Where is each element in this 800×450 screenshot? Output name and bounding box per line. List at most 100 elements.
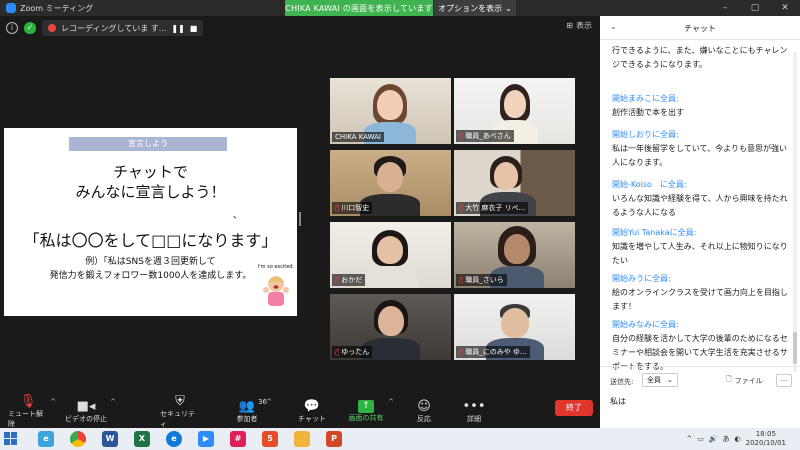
chevron-up-icon[interactable]: ^	[266, 398, 272, 406]
folder-icon[interactable]	[294, 431, 310, 447]
slide-declaration: 「私は〇〇をして□□になります」	[23, 231, 278, 250]
participant-name-tag: 🎙̸ 職員_にのみや ゆ...	[456, 346, 530, 358]
chevron-up-icon[interactable]: ^	[686, 435, 692, 443]
ie-browser-icon[interactable]: e	[38, 431, 54, 447]
chat-input[interactable]	[610, 397, 790, 406]
view-options-button[interactable]: オプションを表示 ⌄	[434, 0, 516, 16]
chat-message-list[interactable]: 行できるように、また、嫌いなことにもチャレンジできるようになります。 開始まみこ…	[600, 40, 796, 376]
chat-compose-area: 送信先: 全員 ⌄ 🗋 ファイル …	[600, 366, 800, 428]
system-clock[interactable]: 18:05 2020/10/01	[746, 430, 786, 448]
message-text: 私は一年後留学をしていて、今よりも意思が強い人になります。	[612, 144, 787, 167]
minimize-button[interactable]: –	[710, 0, 740, 16]
slide-dot: 、	[233, 211, 243, 221]
participant-tile[interactable]: 🎙̸ 大竹 麻衣子 リベ...	[454, 150, 575, 216]
slide-example-line1: 例）「私はSNSを週３回更新して	[85, 257, 216, 267]
stop-icon[interactable]: ■	[190, 24, 198, 33]
message-sender[interactable]: 開始Yui Tanakaに全員:	[612, 226, 792, 240]
mute-button[interactable]: 🎙 ミュート解除 ^	[8, 393, 56, 428]
recording-indicator: レコーディングしていま す... ❚❚ ■	[42, 20, 204, 36]
body	[362, 266, 418, 288]
recipient-select[interactable]: 全員 ⌄	[642, 373, 678, 387]
app-title: Zoom ミーティング	[6, 3, 93, 14]
mute-label: ミュート解除	[8, 409, 43, 428]
share-screen-button[interactable]: ↑ 画面の共有 ^	[346, 394, 395, 428]
slack-icon[interactable]: #	[230, 431, 246, 447]
moon-icon[interactable]: ◐	[735, 435, 741, 443]
mic-muted-icon: 🎙̸	[335, 348, 340, 356]
chrome-icon[interactable]	[70, 431, 86, 447]
message-sender[interactable]: 開始-Koiso に全員:	[612, 178, 792, 192]
mic-muted-icon: 🎙̸	[459, 348, 464, 356]
participant-tile[interactable]: 🎙̸ おかだ	[330, 222, 451, 288]
clock-date: 2020/10/01	[745, 439, 786, 447]
zoom-taskbar-icon[interactable]: ▶	[198, 431, 214, 447]
baby-illustration	[263, 276, 289, 306]
video-button[interactable]: ■◂ ビデオの停止 ^	[64, 394, 116, 428]
edge-icon[interactable]: e	[166, 431, 182, 447]
scrollbar-thumb[interactable]	[793, 332, 797, 364]
chevron-up-icon[interactable]: ^	[50, 398, 56, 406]
participant-name-tag: CHIKA KAWAI	[332, 132, 384, 142]
face	[494, 162, 518, 190]
security-button[interactable]: ⛨ セキュリティ	[160, 394, 200, 428]
message-sender[interactable]: 開始まみこに全員:	[612, 92, 792, 106]
chevron-up-icon[interactable]: ^	[110, 398, 116, 406]
participant-tile[interactable]: 🎙̸ 川口智史	[330, 150, 451, 216]
reactions-button[interactable]: ☺ 反応	[412, 394, 436, 428]
chevron-up-icon[interactable]: ^	[388, 398, 394, 406]
windows-taskbar: e W X e ▶ # 5 P ^ ▭ 🔊 あ ◐ 18:05 2020/10/…	[0, 428, 800, 450]
participant-name: 大竹 麻衣子 リベ...	[465, 204, 526, 212]
participant-tile[interactable]: 🎙̸ 職員_あべさん	[454, 78, 575, 144]
volume-icon[interactable]: 🔊	[709, 435, 718, 443]
grid-icon: ⊞	[566, 21, 573, 30]
participant-name: 職員_にのみや ゆ...	[465, 348, 527, 356]
mic-muted-icon: 🎙̸	[459, 132, 464, 140]
chat-message: 行できるように、また、嫌いなことにもチャレンジできるようになります。	[612, 44, 792, 72]
powerpoint-icon[interactable]: P	[326, 431, 342, 447]
pause-icon[interactable]: ❚❚	[171, 24, 184, 33]
mic-muted-icon: 🎙	[19, 393, 37, 409]
view-options-label: オプションを表示	[438, 3, 503, 13]
face	[504, 234, 530, 264]
maximize-button[interactable]: ▢	[740, 0, 770, 16]
excel-icon[interactable]: X	[134, 431, 150, 447]
more-button[interactable]: ••• 詳細	[462, 394, 486, 428]
chat-message: 開始Yui Tanakaに全員: 知識を増やして人生み、それ以上に物知りになりた…	[612, 226, 792, 268]
participant-tile[interactable]: CHIKA KAWAI	[330, 78, 451, 144]
html-editor-icon[interactable]: 5	[262, 431, 278, 447]
participant-name: CHIKA KAWAI	[335, 133, 381, 141]
shared-screen-slide: 宣言しよう チャットで みんなに宣言しよう！ 、 「私は〇〇をして□□になります…	[4, 128, 297, 316]
close-button[interactable]: ✕	[770, 0, 800, 16]
shield-icon[interactable]: ✓	[24, 22, 36, 34]
message-sender[interactable]: 開始みなみに全員:	[612, 318, 792, 332]
message-sender[interactable]: 開始みうに全員:	[612, 272, 792, 286]
slide-tag: 宣言しよう	[69, 137, 227, 151]
participant-name-tag: 🎙̸ おかだ	[332, 274, 366, 286]
participant-tile[interactable]: 🎙̸ 職員_さいら	[454, 222, 575, 288]
video-label: ビデオの停止	[65, 414, 107, 423]
participant-tile[interactable]: 🎙̸ ゆったん	[330, 294, 451, 360]
network-icon[interactable]: ▭	[697, 435, 704, 443]
end-meeting-button[interactable]: 終了	[555, 400, 593, 416]
chat-more-button[interactable]: …	[776, 374, 792, 387]
chat-button[interactable]: 💬 チャット	[298, 394, 326, 428]
recipient-value: 全員	[647, 376, 661, 384]
chat-scrollbar[interactable]	[793, 52, 797, 372]
message-sender[interactable]: 開始しおりに全員:	[612, 128, 792, 142]
participant-name-tag: 🎙̸ 職員_さいら	[456, 274, 507, 286]
file-button[interactable]: 🗋 ファイル	[726, 375, 763, 386]
message-text: いろんな知識や経験を得て、人から興味を持たれるような人になる	[612, 194, 788, 217]
file-label: ファイル	[734, 376, 763, 385]
ime-indicator[interactable]: あ	[723, 434, 730, 444]
participant-tile[interactable]: 🎙̸ 職員_にのみや ゆ...	[454, 294, 575, 360]
word-icon[interactable]: W	[102, 431, 118, 447]
gallery-view-button[interactable]: ⊞ 表示	[566, 20, 592, 31]
windows-start-icon[interactable]	[4, 432, 18, 446]
participant-name-tag: 🎙̸ 川口智史	[332, 202, 373, 214]
participant-name: 職員_あべさん	[465, 132, 511, 140]
split-view-handle[interactable]	[299, 212, 301, 226]
mic-muted-icon: 🎙̸	[459, 276, 464, 284]
excited-baby-image: I'm so excited.	[256, 264, 296, 312]
info-icon[interactable]: i	[6, 22, 18, 34]
window-title: Zoom ミーティング	[20, 3, 94, 13]
